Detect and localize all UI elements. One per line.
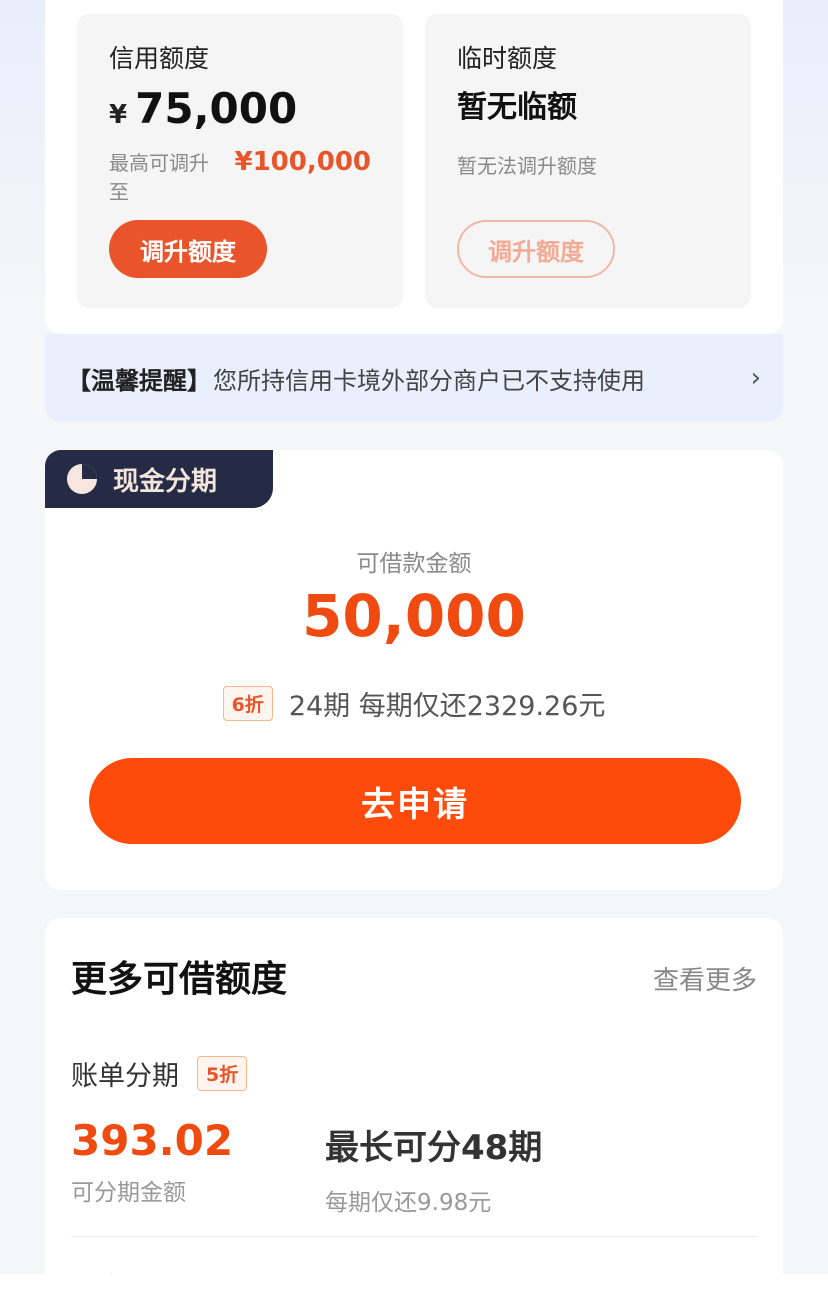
bill-installment-amount-value: 393.02 [71,1116,234,1165]
apply-button[interactable]: 去申请 [89,758,741,844]
bottom-edge [0,1274,828,1308]
temp-limit-box: 临时额度 暂无临额 暂无法调升额度 调升额度 [425,14,751,308]
cash-installment-card: 现金分期 可借款金额 50,000 6折 24期 每期仅还2329.26元 去申… [45,450,783,890]
view-more-link[interactable]: 查看更多 [653,960,757,997]
credit-limit-box: 信用额度 ¥ 75,000 最高可调升至 ¥100,000 调升额度 [77,14,403,308]
borrow-amount-label: 可借款金额 [356,551,472,577]
bill-installment-amount: 393.02 可分期金额 [71,1116,233,1207]
notice-message: 您所持信用卡境外部分商户已不支持使用 [213,366,645,395]
divider [71,1236,757,1237]
more-credit-card: 更多可借额度 查看更多 账单分期 5折 393.02 可分期金额 最长可分48期… [45,918,783,1308]
raise-temp-limit-button[interactable]: 调升额度 [457,220,615,278]
currency-symbol: ¥ [109,100,128,130]
borrow-amount-value: 50,000 [302,582,526,650]
credit-limit-max: 最高可调升至 ¥100,000 [109,147,371,205]
notice-bar[interactable]: 【温馨提醒】 您所持信用卡境外部分商户已不支持使用 › [45,334,783,422]
temp-limit-sub: 暂无法调升额度 [457,154,597,178]
cash-installment-tag-label: 现金分期 [113,466,218,497]
raise-credit-limit-button[interactable]: 调升额度 [109,220,267,278]
bill-installment-term: 最长可分48期 每期仅还9.98元 [325,1120,542,1217]
temp-limit-title: 临时额度 [457,44,558,73]
installment-terms-text: 24期 每期仅还2329.26元 [288,691,606,722]
more-credit-title: 更多可借额度 [71,959,288,1000]
bill-installment-amount-label: 可分期金额 [71,1180,186,1206]
credit-limit-amount: ¥ 75,000 [109,84,371,133]
chevron-right-icon: › [750,363,761,393]
bill-installment-header[interactable]: 账单分期 5折 [71,1054,248,1093]
notice-tag: 【温馨提醒】 [67,366,211,395]
discount-badge: 5折 [197,1056,248,1091]
bill-installment-term-label: 每期仅还9.98元 [325,1190,492,1216]
page: 信用额度 ¥ 75,000 最高可调升至 ¥100,000 调升额度 临时额度 … [0,0,828,1308]
cash-installment-tag: 现金分期 [45,450,273,508]
limits-card: 信用额度 ¥ 75,000 最高可调升至 ¥100,000 调升额度 临时额度 … [45,0,783,334]
discount-badge: 6折 [222,686,273,721]
credit-limit-max-value: ¥100,000 [234,147,371,177]
credit-limit-max-label: 最高可调升至 [109,151,209,204]
bill-installment-name: 账单分期 [71,1061,179,1092]
credit-limit-title: 信用额度 [109,44,210,73]
installment-terms: 6折 24期 每期仅还2329.26元 [45,684,783,723]
temp-limit-value: 暂无临额 [457,90,577,125]
bill-installment-term-value: 最长可分48期 [325,1128,543,1168]
pie-chart-icon [67,464,97,494]
credit-limit-value: 75,000 [135,84,298,133]
